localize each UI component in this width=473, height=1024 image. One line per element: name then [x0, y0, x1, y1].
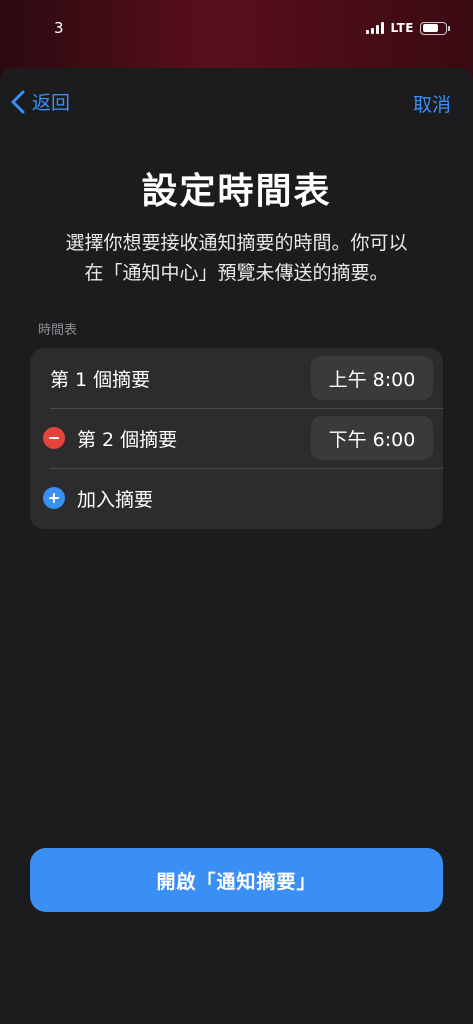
- schedule-list: 第 1 個摘要 上午 8:00 第 2 個摘要 下午 6:00 加入摘要: [30, 348, 443, 529]
- summary-1-time-button[interactable]: 上午 8:00: [311, 356, 433, 400]
- status-indicators: LTE: [366, 21, 450, 35]
- page-title: 設定時間表: [141, 171, 332, 212]
- network-type: LTE: [390, 21, 414, 35]
- summary-2-label: 第 2 個摘要: [77, 428, 178, 451]
- back-button[interactable]: 返回: [10, 88, 70, 115]
- summary-row-1: 第 1 個摘要 上午 8:00: [30, 348, 443, 408]
- status-bar: 3 LTE: [0, 0, 473, 56]
- subtitle-line-2: 在「通知中心」預覽未傳送的摘要。: [84, 262, 389, 284]
- summary-2-time-button[interactable]: 下午 6:00: [311, 416, 433, 460]
- enable-summary-button[interactable]: 開啟「通知摘要」: [30, 848, 443, 912]
- page-subtitle: 選擇你想要接收通知摘要的時間。你可以 在「通知中心」預覽未傳送的摘要。: [30, 228, 443, 288]
- summary-row-2: 第 2 個摘要 下午 6:00: [30, 408, 443, 468]
- signal-icon: [366, 22, 385, 34]
- add-summary-label: 加入摘要: [77, 488, 154, 511]
- back-label: 返回: [32, 92, 71, 114]
- subtitle-line-1: 選擇你想要接收通知摘要的時間。你可以: [65, 232, 408, 254]
- chevron-left-icon: [11, 90, 25, 113]
- summary-1-label: 第 1 個摘要: [50, 368, 151, 391]
- battery-icon: [420, 21, 450, 35]
- remove-circle-icon[interactable]: [43, 427, 65, 449]
- section-header-schedule: 時間表: [38, 323, 78, 338]
- status-time: 3: [54, 19, 64, 37]
- add-circle-icon[interactable]: [43, 487, 65, 509]
- add-summary-row[interactable]: 加入摘要: [30, 468, 443, 528]
- cancel-button[interactable]: 取消: [413, 90, 451, 117]
